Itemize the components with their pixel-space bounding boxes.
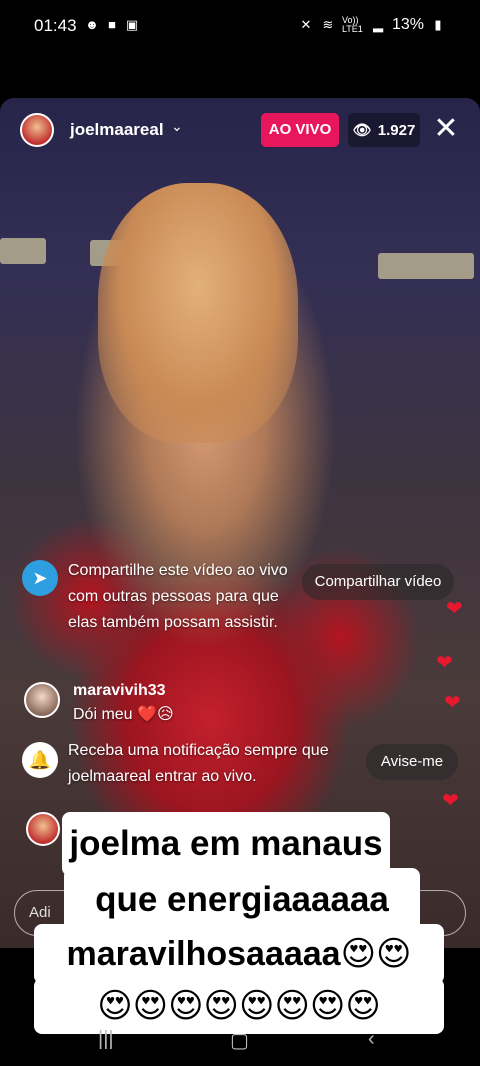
close-button[interactable]: ✕	[432, 112, 460, 146]
viewer-count-value: 1.927	[377, 121, 416, 139]
viewer-count[interactable]: 👁 1.927	[348, 113, 420, 147]
home-icon[interactable]: ▢	[230, 1028, 249, 1053]
share-video-button[interactable]: Compartilhar vídeo	[302, 564, 454, 600]
notify-prompt-text: Receba uma notificação sempre que joelma…	[68, 742, 329, 785]
caption-line-2: que energiaaaaaa	[64, 868, 420, 932]
status-left-icons: ☻ ■ ▣	[84, 17, 140, 33]
host-avatar[interactable]	[20, 113, 54, 147]
video-icon: ■	[108, 17, 116, 32]
heart-icon: ❤	[442, 790, 459, 812]
heart-icon: ❤	[436, 652, 453, 674]
live-header: joelmaareal ⌄ AO VIVO 👁 1.927 ✕	[0, 98, 480, 162]
battery-icon: ▮	[434, 17, 442, 32]
battery-percent: 13%	[391, 16, 424, 33]
status-time: 01:43	[34, 16, 77, 35]
instagram-icon: ▣	[125, 17, 139, 32]
comment-username[interactable]: maravivih33	[73, 682, 166, 700]
recent-apps-icon[interactable]: |||	[98, 1028, 114, 1051]
wifi-icon: ≋	[322, 17, 334, 32]
mute-icon: ✕	[300, 17, 312, 32]
smiley-icon: ☻	[85, 17, 99, 32]
stage-light	[0, 238, 46, 264]
heart-icon: ❤	[444, 692, 461, 714]
nav-bar: ||| ▢ ‹	[0, 1010, 480, 1066]
volte-label: Vo)) LTE1	[341, 15, 363, 34]
commenter-avatar[interactable]	[24, 682, 60, 718]
eye-icon: 👁	[352, 122, 372, 139]
comment-text: Dói meu ❤️😥	[73, 706, 174, 723]
back-icon[interactable]: ‹	[368, 1028, 375, 1051]
comment-avatar	[26, 812, 60, 846]
signal-icon: ▂	[372, 17, 383, 32]
status-bar: 01:43 ☻ ■ ▣ ✕ ≋ Vo)) LTE1 ▂ 13% ▮	[0, 0, 480, 52]
live-badge: AO VIVO	[261, 113, 339, 147]
bell-icon: 🔔	[22, 742, 58, 778]
caption-line-1: joelma em manaus	[62, 812, 390, 876]
caption-line-3: maravilhosaaaaa😍😍	[34, 924, 444, 984]
chevron-down-icon[interactable]: ⌄	[171, 118, 183, 135]
host-name[interactable]: joelmaareal	[70, 120, 164, 140]
status-right: ✕ ≋ Vo)) LTE1 ▂ 13% ▮	[298, 16, 446, 34]
stage-light	[378, 253, 474, 279]
notify-me-button[interactable]: Avise-me	[366, 744, 458, 780]
comment-input-placeholder: Adi	[29, 904, 51, 921]
send-icon: ➤	[22, 560, 58, 596]
performer-hair	[98, 183, 298, 443]
share-prompt-text: Compartilhe este vídeo ao vivo com outra…	[68, 562, 288, 631]
heart-icon: ❤	[446, 598, 463, 620]
